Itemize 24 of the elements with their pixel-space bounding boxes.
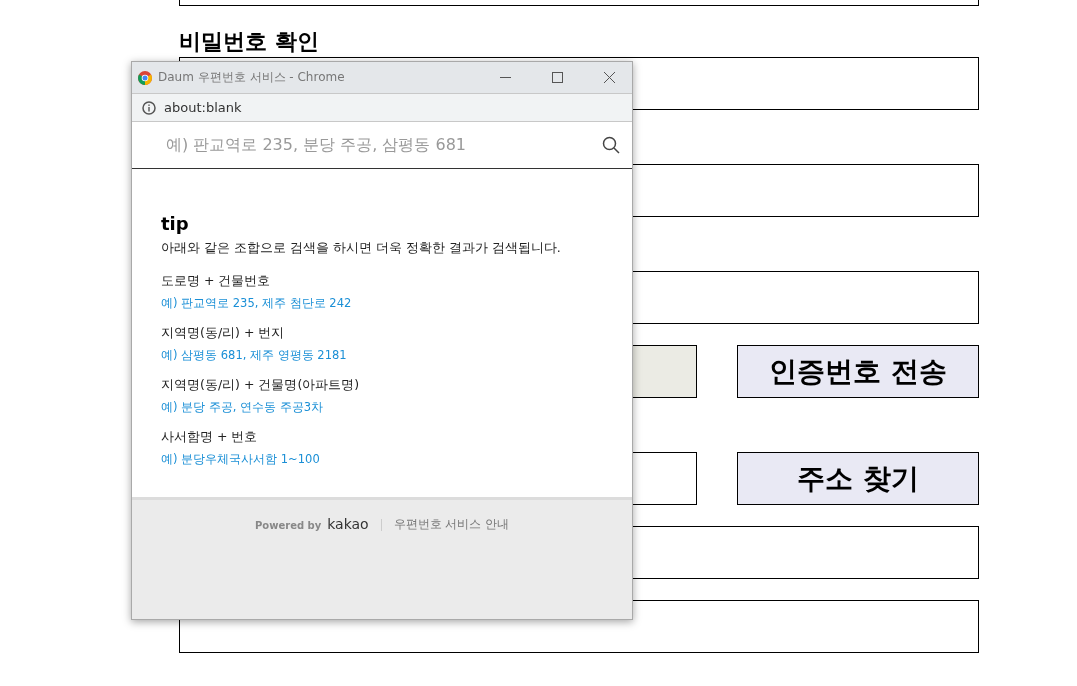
browser-logo-icon [138,70,152,85]
tip-description: 아래와 같은 조합으로 검색을 하시면 더욱 정확한 결과가 검색됩니다. [161,240,562,257]
search-icon[interactable] [602,136,620,154]
service-info-link[interactable]: 우편번호 서비스 안내 [393,517,509,532]
search-combination: 도로명 + 건물번호 [161,273,272,290]
info-icon[interactable] [142,100,156,115]
section-heading: 비밀번호 확인 [179,29,320,54]
window-title: Daum 우편번호 서비스 - Chrome [158,69,346,86]
example-text: 예) 삼평동 681, 제주 영평동 2181 [161,348,348,363]
address-bar-url[interactable]: about:blank [164,100,242,115]
search-combination: 지역명(동/리) + 건물명(아파트명) [161,377,361,394]
minimize-icon[interactable] [499,77,511,78]
search-combination: 지역명(동/리) + 번지 [161,325,286,342]
powered-by-text: Powered by [255,520,322,531]
search-combination: 사서함명 + 번호 [161,429,259,446]
example-text: 예) 분당 주공, 연수동 주공3차 [161,400,325,415]
brand-logo: kakao [327,516,369,532]
example-text: 예) 분당우체국사서함 1~100 [161,452,321,467]
tip-title: tip [161,213,190,234]
action-button[interactable]: 주소 찾기 [737,452,979,505]
close-icon[interactable] [603,72,615,83]
maximize-icon[interactable] [551,72,563,83]
example-text: 예) 판교역로 235, 제주 첨단로 242 [161,296,353,311]
search-placeholder: 예) 판교역로 235, 분당 주공, 삼평동 681 [166,134,467,156]
